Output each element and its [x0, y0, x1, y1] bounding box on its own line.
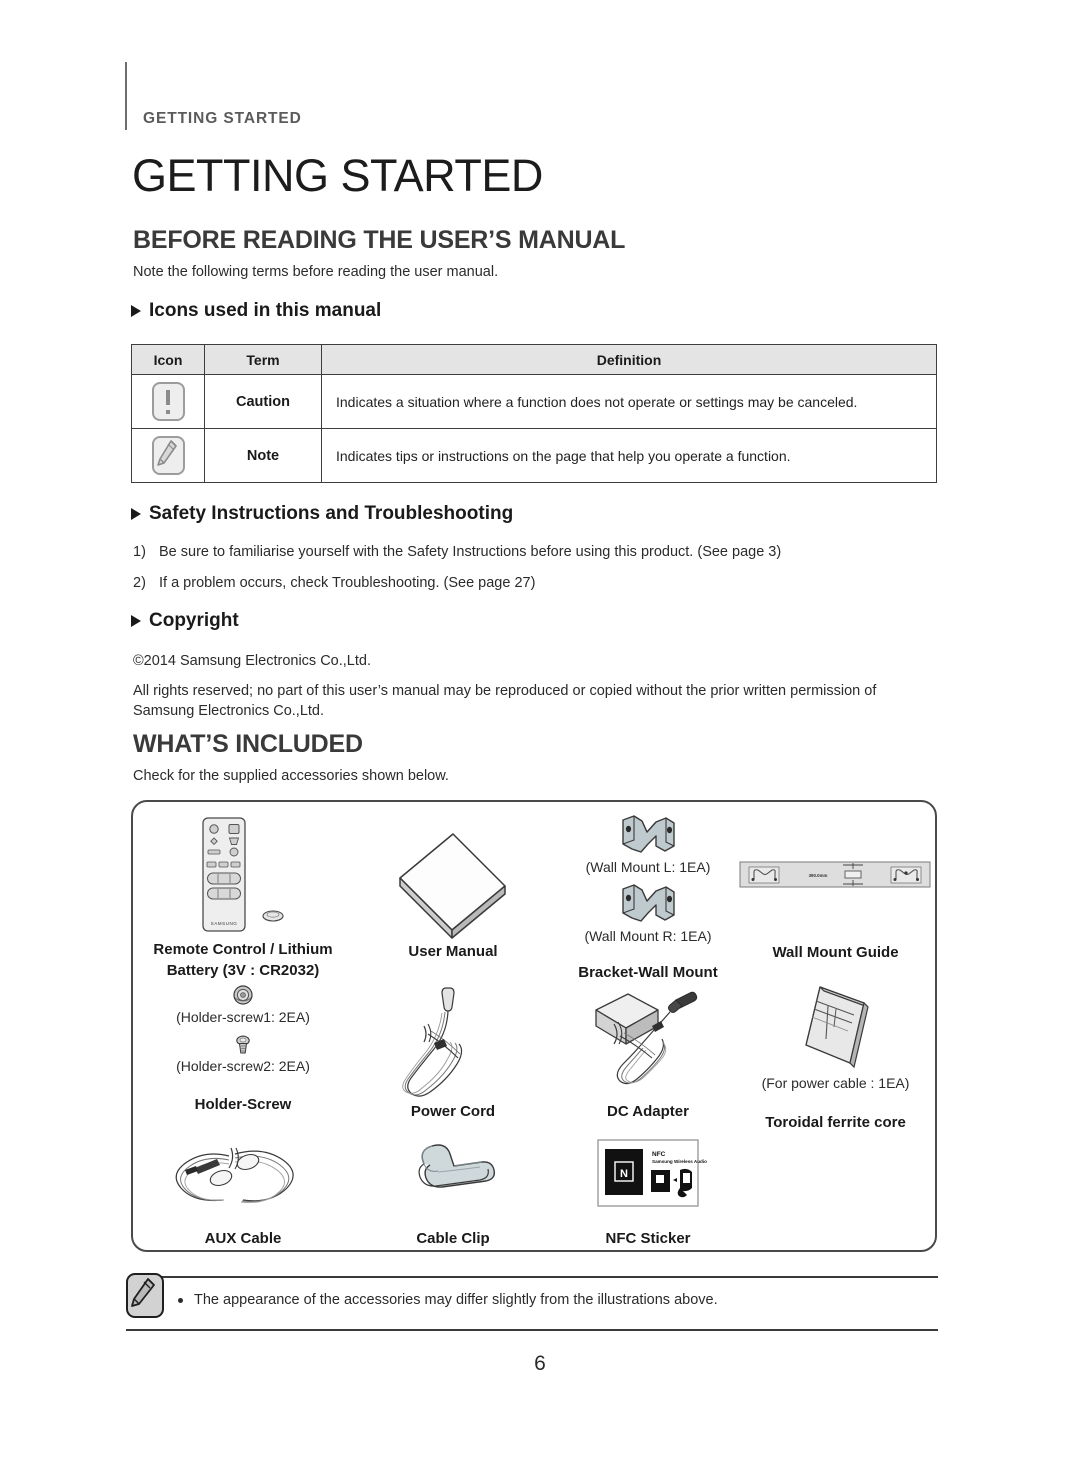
cable-clip-illustration — [358, 1134, 548, 1212]
wall-mount-guide-illustration: 390.0mm — [738, 814, 933, 954]
subheading-copyright-label: Copyright — [149, 610, 239, 631]
table-row: Note Indicates tips or instructions on t… — [131, 428, 937, 483]
accessory-user-manual: User Manual — [358, 814, 548, 962]
accessory-remote-control: SAMSUNG Remote Control / Lithium Battery… — [143, 814, 343, 981]
list-item-text: Be sure to familiarise yourself with the… — [159, 544, 782, 560]
nfc-n-mark: N — [620, 1168, 628, 1180]
list-item: 2) If a problem occurs, check Troublesho… — [133, 575, 923, 591]
icons-legend-table: Icon Term Definition Caution Indicates a… — [131, 344, 937, 483]
nfc-sticker-title: NFC — [652, 1151, 666, 1158]
list-item-number: 1) — [133, 544, 146, 560]
table-header-row: Icon Term Definition — [131, 344, 937, 375]
term-caution: Caution — [204, 374, 322, 429]
wall-mount-right-illustration — [548, 883, 748, 927]
aux-cable-illustration — [143, 1134, 343, 1212]
caution-icon — [151, 382, 185, 421]
nfc-sticker-illustration: N NFC Samsung Wireless Audio — [548, 1134, 748, 1212]
manual-page: GETTING STARTED GETTING STARTED BEFORE R… — [0, 0, 1080, 1479]
note-pencil-icon — [151, 436, 185, 475]
remote-control-illustration: SAMSUNG — [143, 814, 343, 939]
accessory-bracket-wall-mount: (Wall Mount L: 1EA) (Wall Mount R: 1EA) … — [548, 814, 748, 983]
accessory-dc-adapter: DC Adapter — [548, 982, 748, 1122]
footer-note-top-rule — [148, 1276, 938, 1278]
col-header-definition: Definition — [321, 344, 937, 375]
accessory-cable-clip: Cable Clip — [358, 1134, 548, 1249]
triangle-bullet-icon — [131, 305, 141, 317]
subheading-safety-label: Safety Instructions and Troubleshooting — [149, 503, 514, 524]
subheading-icons-used-label: Icons used in this manual — [149, 300, 382, 321]
holder-screw1-illustration — [143, 982, 343, 1008]
lithium-battery-illustration — [262, 910, 284, 922]
holder-screw2-illustration — [143, 1033, 343, 1057]
list-item: 1) Be sure to familiarise yourself with … — [133, 544, 923, 560]
caution-icon-bar — [166, 390, 170, 405]
section-heading-before-reading: BEFORE READING THE USER’S MANUAL — [133, 226, 626, 254]
col-header-term: Term — [204, 344, 322, 375]
col-header-icon: Icon — [131, 344, 205, 375]
accessory-caption: Toroidal ferrite core — [765, 1114, 906, 1131]
triangle-bullet-icon — [131, 508, 141, 520]
note-icon-cell — [131, 428, 205, 483]
triangle-bullet-icon — [131, 615, 141, 627]
wall-mount-left-label: (Wall Mount L: 1EA) — [585, 859, 711, 875]
wall-mount-guide-dimension: 390.0mm — [809, 873, 828, 878]
note-pencil-icon — [126, 1273, 164, 1318]
whats-included-intro: Check for the supplied accessories shown… — [133, 768, 449, 784]
copyright-line-1: ©2014 Samsung Electronics Co.,Ltd. — [133, 653, 371, 669]
accessory-toroidal-ferrite-core: (For power cable : 1EA) Toroidal ferrite… — [738, 982, 933, 1133]
list-item-number: 2) — [133, 575, 146, 591]
page-number: 6 — [534, 1352, 546, 1375]
definition-caution: Indicates a situation where a function d… — [321, 374, 937, 429]
copyright-line-2: All rights reserved; no part of this use… — [133, 683, 877, 719]
footer-note-text: The appearance of the accessories may di… — [194, 1292, 718, 1308]
subheading-safety-troubleshooting: Safety Instructions and Troubleshooting — [131, 503, 513, 525]
accessories-grid: SAMSUNG Remote Control / Lithium Battery… — [133, 802, 939, 1254]
footer-note-bottom-rule — [126, 1329, 938, 1331]
definition-note: Indicates tips or instructions on the pa… — [321, 428, 937, 483]
subheading-copyright: Copyright — [131, 610, 239, 632]
accessory-wall-mount-guide: 390.0mm Wall Mount Guide — [738, 814, 933, 963]
wall-mount-left-illustration — [548, 814, 748, 858]
page-title: GETTING STARTED — [132, 150, 543, 201]
footer-note-bullet — [178, 1298, 183, 1303]
subheading-icons-used: Icons used in this manual — [131, 300, 381, 322]
dc-adapter-illustration — [548, 982, 748, 1107]
accessory-caption: NFC Sticker — [605, 1230, 691, 1247]
accessory-holder-screw: (Holder-screw1: 2EA) (Holder-screw2: 2EA… — [143, 982, 343, 1115]
power-cord-illustration — [358, 982, 548, 1107]
running-header-label: GETTING STARTED — [143, 110, 302, 127]
running-header-rule — [125, 62, 127, 130]
nfc-sticker-subtitle: Samsung Wireless Audio — [652, 1159, 707, 1164]
accessory-aux-cable: AUX Cable — [143, 1134, 343, 1249]
caution-icon-cell — [131, 374, 205, 429]
table-row: Caution Indicates a situation where a fu… — [131, 374, 937, 429]
holder-screw2-label: (Holder-screw2: 2EA) — [176, 1058, 310, 1074]
before-reading-intro: Note the following terms before reading … — [133, 264, 499, 280]
list-item-text: If a problem occurs, check Troubleshooti… — [159, 575, 536, 591]
accessory-caption: Bracket-Wall Mount — [578, 964, 718, 981]
remote-brand-label: SAMSUNG — [211, 921, 238, 926]
toroidal-sub-label: (For power cable : 1EA) — [761, 1075, 910, 1091]
caution-icon-dot — [166, 410, 170, 414]
term-note: Note — [204, 428, 322, 483]
toroidal-ferrite-core-illustration — [738, 982, 933, 1074]
accessory-caption: Holder-Screw — [194, 1096, 292, 1113]
accessories-box: SAMSUNG Remote Control / Lithium Battery… — [131, 800, 937, 1252]
wall-mount-right-label: (Wall Mount R: 1EA) — [584, 928, 712, 944]
accessory-caption: Cable Clip — [416, 1230, 490, 1247]
accessory-caption: AUX Cable — [204, 1230, 282, 1247]
section-heading-whats-included: WHAT’S INCLUDED — [133, 730, 363, 758]
accessory-nfc-sticker: N NFC Samsung Wireless Audio NFC Sticker — [548, 1134, 748, 1249]
user-manual-illustration — [358, 814, 548, 959]
accessory-power-cord: Power Cord — [358, 982, 548, 1122]
running-header: GETTING STARTED — [125, 62, 885, 132]
holder-screw1-label: (Holder-screw1: 2EA) — [176, 1009, 310, 1025]
accessory-caption: Remote Control / Lithium Battery (3V : C… — [153, 941, 333, 979]
